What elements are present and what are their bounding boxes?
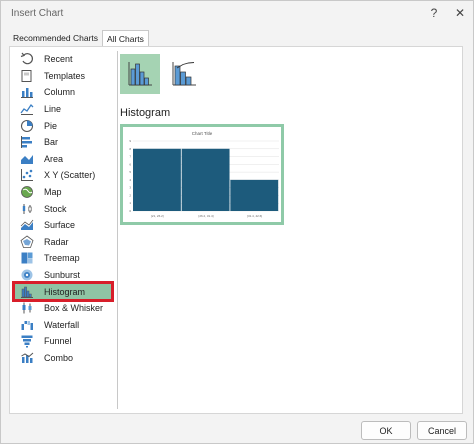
sidebar-item-templates[interactable]: Templates	[14, 68, 112, 85]
scatter-chart-icon	[21, 169, 33, 182]
tab-recommended-charts[interactable]: Recommended Charts	[9, 30, 102, 46]
close-button[interactable]: ✕	[447, 1, 473, 25]
sidebar-item-surface[interactable]: Surface	[14, 217, 112, 234]
variant-histogram[interactable]	[120, 54, 160, 94]
histogram-preview-chart: Chart Title 0 1 2 3 4 5 6 7 8 9 [21, 26.2] [26.2, …	[129, 131, 279, 218]
x-tick-label: [31.4, 42.6]	[247, 214, 262, 218]
y-tick-label: 3	[129, 186, 131, 190]
pie-chart-icon	[20, 119, 34, 132]
variant-pareto[interactable]	[164, 54, 204, 94]
sidebar-item-sunburst[interactable]: Sunburst	[14, 267, 112, 284]
chart-x-axis: [21, 26.2] [26.2, 31.4] [31.4, 42.6]	[151, 214, 262, 218]
sunburst-chart-icon	[21, 269, 33, 281]
sidebar-item-column[interactable]: Column	[14, 84, 112, 101]
chart-type-list: Recent Templates Column Line Pie Bar Are…	[12, 51, 114, 409]
recent-icon	[20, 52, 33, 65]
box-whisker-chart-icon	[22, 302, 32, 314]
pareto-chart-icon	[172, 62, 196, 86]
templates-icon	[21, 69, 32, 82]
y-tick-label: 9	[129, 139, 131, 143]
sidebar-item-xy-scatter[interactable]: X Y (Scatter)	[14, 167, 112, 184]
sidebar-item-funnel[interactable]: Funnel	[14, 333, 112, 350]
window-title: Insert Chart	[11, 7, 64, 19]
bar-chart-icon	[21, 136, 32, 149]
sidebar-item-bar[interactable]: Bar	[14, 134, 112, 151]
cancel-button[interactable]: Cancel	[417, 421, 467, 440]
sidebar-item-histogram[interactable]: Histogram	[12, 281, 114, 302]
combo-chart-icon	[21, 352, 34, 363]
sidebar-item-map[interactable]: Map	[14, 184, 112, 201]
sidebar-item-pie[interactable]: Pie	[14, 117, 112, 134]
title-buttons: ? ✕	[421, 1, 473, 25]
stock-chart-icon	[22, 203, 32, 214]
y-tick-label: 1	[129, 201, 131, 205]
tab-all-charts[interactable]: All Charts	[102, 30, 149, 46]
close-icon: ✕	[454, 6, 466, 20]
y-tick-label: 7	[129, 155, 131, 159]
y-tick-label: 5	[129, 170, 131, 174]
ok-button[interactable]: OK	[361, 421, 411, 440]
area-chart-icon	[21, 154, 33, 164]
y-tick-label: 6	[129, 162, 131, 166]
y-tick-label: 4	[129, 178, 131, 182]
sidebar-item-waterfall[interactable]: Waterfall	[14, 317, 112, 334]
help-icon: ?	[430, 6, 438, 20]
map-chart-icon	[21, 186, 33, 198]
histogram-chart-icon	[21, 286, 33, 298]
histogram-bar	[181, 148, 230, 211]
sidebar-item-line[interactable]: Line	[14, 101, 112, 118]
waterfall-chart-icon	[21, 320, 33, 330]
column-chart-icon	[21, 88, 33, 99]
sidebar-item-area[interactable]: Area	[14, 151, 112, 168]
sidebar-item-recent[interactable]: Recent	[14, 51, 112, 68]
histogram-bar	[133, 148, 181, 211]
surface-chart-icon	[20, 219, 34, 231]
sidebar-item-combo[interactable]: Combo	[14, 350, 112, 367]
treemap-chart-icon	[21, 252, 33, 264]
help-button[interactable]: ?	[421, 1, 447, 25]
funnel-chart-icon	[21, 335, 33, 348]
content-panel: Recent Templates Column Line Pie Bar Are…	[9, 46, 463, 414]
y-tick-label: 8	[129, 147, 131, 151]
line-chart-icon	[20, 104, 34, 116]
sidebar-item-box-whisker[interactable]: Box & Whisker	[14, 300, 112, 317]
x-tick-label: [26.2, 31.4]	[198, 214, 213, 218]
section-title: Histogram	[120, 107, 171, 119]
y-tick-label: 0	[129, 209, 131, 213]
chart-title: Chart Title	[192, 131, 213, 136]
sidebar-item-stock[interactable]: Stock	[14, 200, 112, 217]
insert-chart-dialog: Insert Chart ? ✕ Recommended Charts All …	[0, 0, 474, 444]
radar-chart-icon	[20, 235, 34, 248]
sidebar-divider	[117, 51, 118, 409]
tab-bar: Recommended Charts All Charts	[9, 30, 149, 46]
sidebar-item-treemap[interactable]: Treemap	[14, 250, 112, 267]
chart-y-axis: 0 1 2 3 4 5 6 7 8 9	[129, 139, 131, 213]
histogram-bar	[230, 179, 279, 211]
chart-preview[interactable]: Chart Title 0 1 2 3 4 5 6 7 8 9 [21, 26.2] [26.2, …	[120, 124, 284, 225]
y-tick-label: 2	[129, 193, 131, 197]
title-bar: Insert Chart ? ✕	[1, 1, 473, 25]
x-tick-label: [21, 26.2]	[151, 214, 164, 218]
sidebar-item-radar[interactable]: Radar	[14, 234, 112, 251]
histogram-chart-icon	[128, 62, 152, 86]
